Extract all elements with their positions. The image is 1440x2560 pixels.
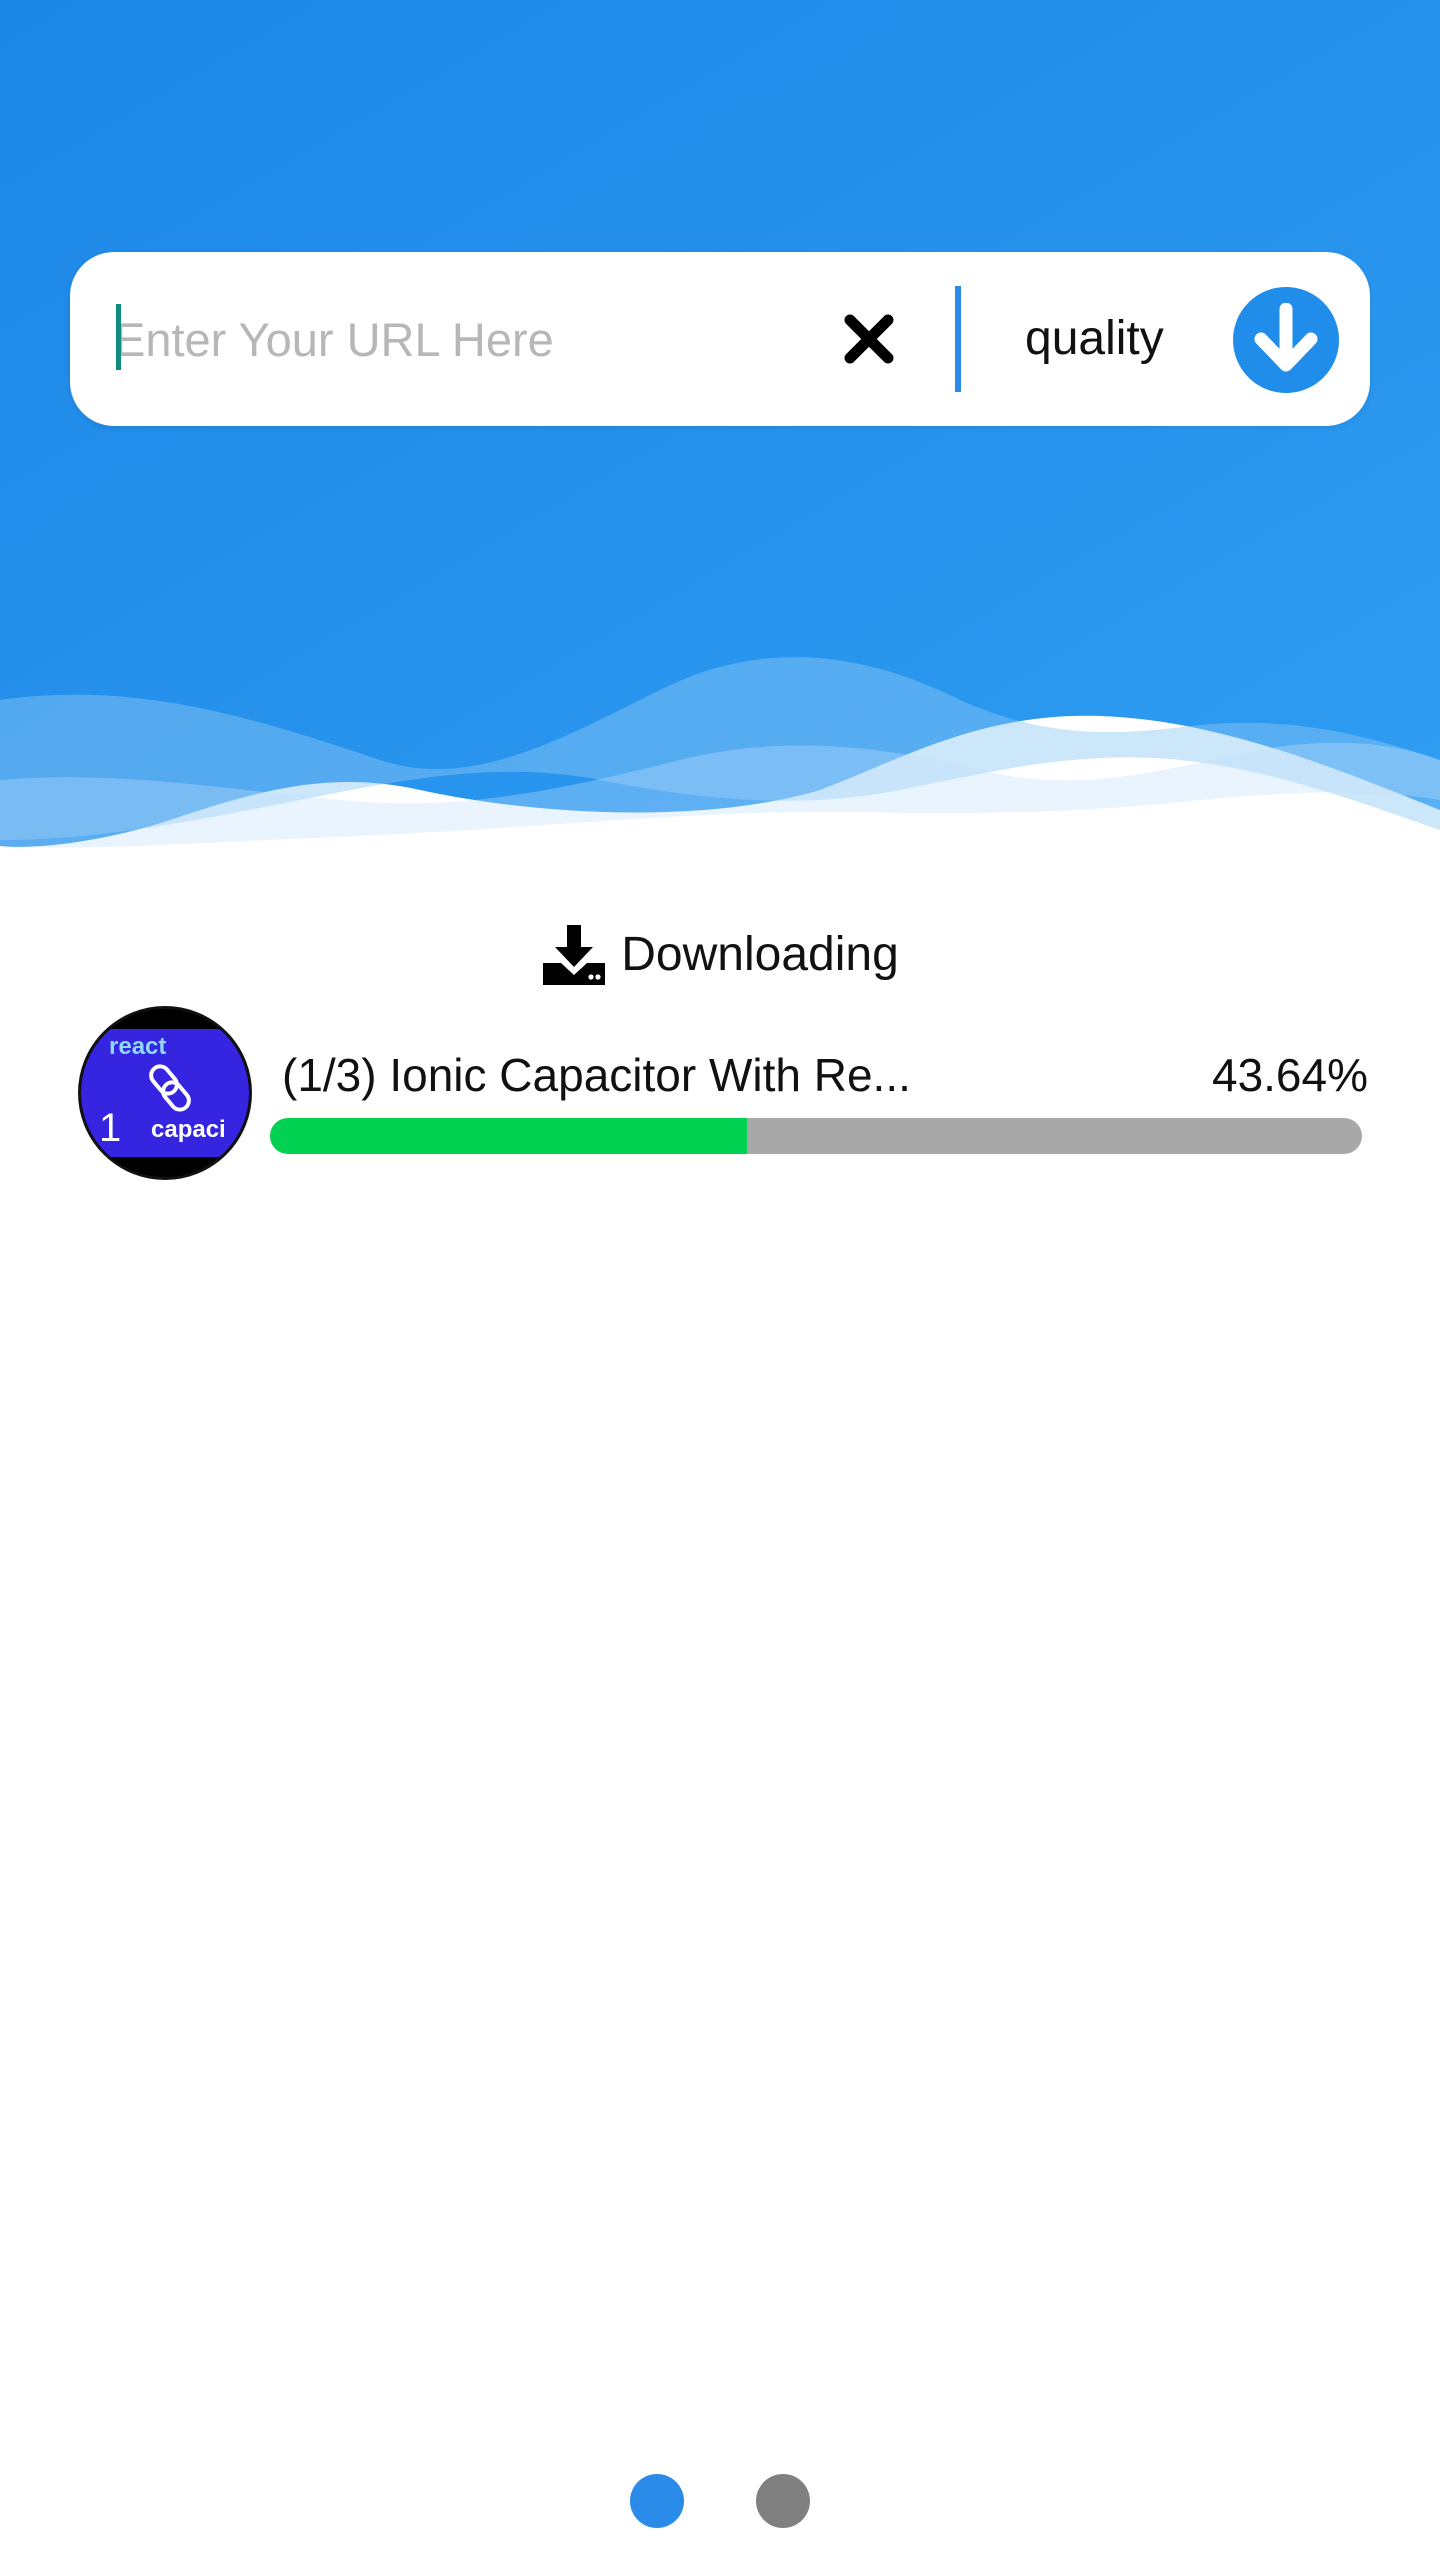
text-caret	[116, 304, 121, 370]
clear-button[interactable]	[832, 302, 906, 376]
url-search-card: quality	[70, 252, 1370, 426]
page-dot-2[interactable]	[756, 2474, 810, 2528]
download-title: (1/3) Ionic Capacitor With Re...	[282, 1049, 911, 1101]
thumbnail-image: react 1 capaci	[81, 1009, 249, 1177]
app-screen: quality Downloading react	[0, 0, 1440, 2560]
download-progress-fill	[270, 1118, 747, 1154]
close-icon	[844, 314, 894, 364]
downloads-heading-label: Downloading	[621, 928, 899, 981]
wave-header	[0, 0, 1440, 860]
thumbnail-bottom-text: capaci	[151, 1116, 226, 1143]
download-item[interactable]: react 1 capaci (1/3) Ionic Capacitor Wit…	[78, 1006, 1368, 1182]
search-divider	[955, 286, 961, 392]
download-progress-bar	[270, 1118, 1362, 1154]
page-dot-1[interactable]	[630, 2474, 684, 2528]
wave-background	[0, 0, 1440, 848]
thumbnail-top-text: react	[109, 1033, 166, 1060]
page-indicator	[0, 2474, 1440, 2530]
download-tray-icon	[543, 925, 606, 985]
url-input[interactable]	[114, 292, 834, 386]
downloads-heading: Downloading	[0, 910, 1440, 1000]
video-thumbnail: react 1 capaci	[78, 1006, 252, 1180]
download-button[interactable]	[1233, 287, 1339, 393]
thumbnail-number: 1	[99, 1106, 121, 1150]
quality-selector[interactable]: quality	[1025, 302, 1164, 376]
download-percent: 43.64%	[1211, 1049, 1368, 1101]
download-arrow-icon	[1254, 303, 1318, 372]
